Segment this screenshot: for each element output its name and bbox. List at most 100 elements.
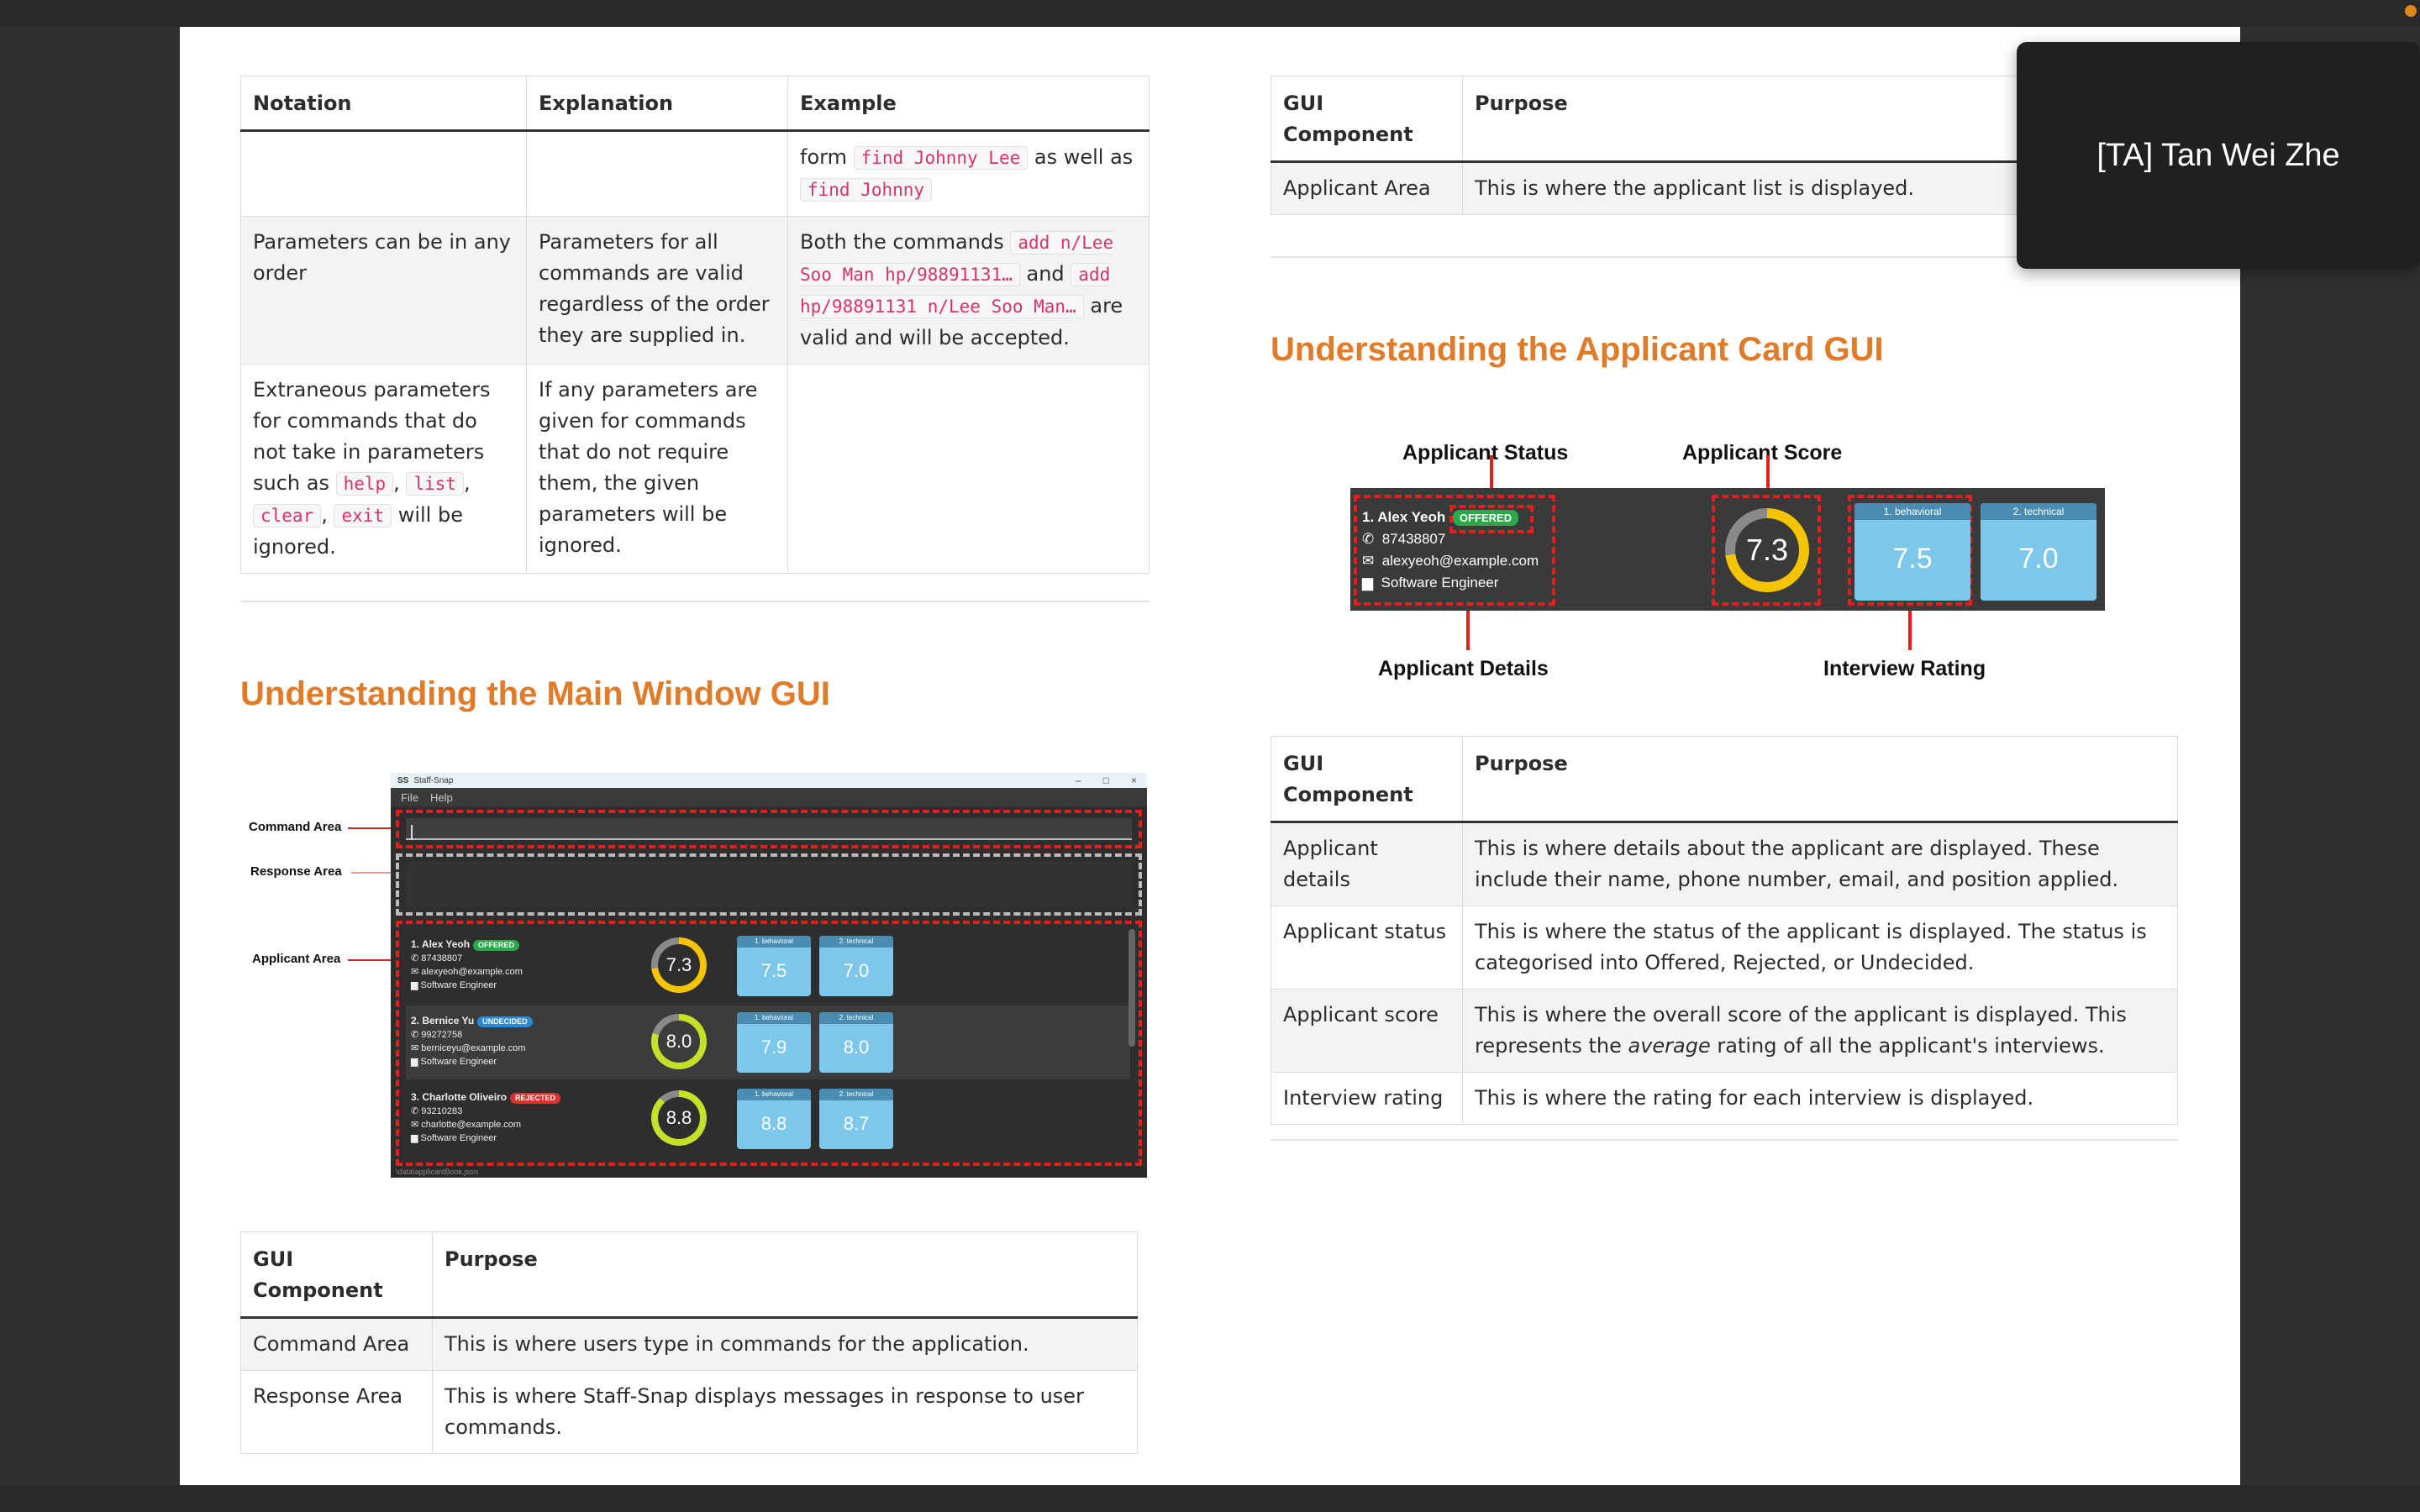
rating-tile-value: 7.0 bbox=[2018, 543, 2059, 575]
window-titlebar: SS Staff-Snap – □ × bbox=[391, 773, 1147, 788]
col-header-component: GUI Component bbox=[240, 1231, 433, 1319]
col-header-explanation: Explanation bbox=[526, 76, 788, 132]
applicant-info: 2. Bernice Yu UNDECIDED ✆ 99272758 ✉ bernic… bbox=[411, 1014, 533, 1068]
applicant-row[interactable]: 1. Alex Yeoh OFFERED ✆ 87438807 ✉ alexyeoh@… bbox=[406, 929, 1130, 1003]
rating-tile: 2. technical 7.0 bbox=[1981, 503, 2096, 601]
applicant-card-table: GUI Component Purpose Applicant details … bbox=[1270, 736, 2178, 1125]
notation-cell: Extraneous parameters for commands that … bbox=[240, 364, 527, 574]
applicant-name: 1. Alex Yeoh bbox=[411, 938, 471, 950]
rating-tile: 2. technical 8.7 bbox=[819, 1089, 893, 1149]
applicant-row[interactable]: 2. Bernice Yu UNDECIDED ✆ 99272758 ✉ bernic… bbox=[406, 1005, 1130, 1079]
text-cursor bbox=[411, 825, 413, 840]
applicant-card: 1. Alex Yeoh OFFERED ✆ 87438807 ✉ alexye… bbox=[1350, 488, 2105, 611]
purpose-cell: This is where users type in commands for… bbox=[432, 1317, 1138, 1371]
rating-tile-label: 2. technical bbox=[1981, 503, 2096, 520]
rating-tile-label: 2. technical bbox=[819, 1089, 893, 1100]
col-header-notation: Notation bbox=[240, 76, 527, 132]
purpose-cell: This is where details about the applican… bbox=[1462, 822, 2178, 906]
score-value: 8.8 bbox=[658, 1097, 700, 1139]
bottom-bar bbox=[0, 1485, 2420, 1512]
applicant-position: Software Engineer bbox=[420, 1133, 497, 1143]
inline-code: clear bbox=[253, 504, 322, 528]
applicant-position: Software Engineer bbox=[1381, 575, 1499, 591]
col-header-component: GUI Component bbox=[1270, 76, 1463, 163]
mail-icon: ✉ bbox=[411, 967, 419, 977]
briefcase-icon: ▆ bbox=[1362, 575, 1374, 591]
applicant-phone: 87438807 bbox=[421, 953, 463, 963]
explanation-cell bbox=[526, 130, 788, 217]
component-cell: Applicant Area bbox=[1270, 161, 1463, 215]
col-header-component: GUI Component bbox=[1270, 736, 1463, 823]
rating-tile-value: 7.5 bbox=[1892, 543, 1933, 575]
notation-cell: Parameters can be in any order bbox=[240, 216, 527, 365]
score-ring: 8.8 bbox=[651, 1090, 707, 1146]
phone-icon: ✆ bbox=[1362, 531, 1375, 547]
phone-icon: ✆ bbox=[411, 1030, 419, 1040]
app-logo-icon: SS bbox=[397, 775, 409, 785]
rating-tile-label: 1. behavioral bbox=[737, 936, 811, 948]
applicant-name: 3. Charlotte Oliveiro bbox=[411, 1091, 508, 1103]
score-value: 8.0 bbox=[658, 1021, 700, 1063]
rating-tile-label: 1. behavioral bbox=[1854, 503, 1970, 520]
document-page: Notation Explanation Example form find J… bbox=[180, 27, 2240, 1485]
mail-icon: ✉ bbox=[411, 1043, 419, 1053]
component-cell: Applicant details bbox=[1270, 822, 1463, 906]
main-window-heading: Understanding the Main Window GUI bbox=[240, 675, 830, 712]
example-cell bbox=[787, 364, 1150, 574]
rating-tile: 1. behavioral 7.9 bbox=[737, 1012, 811, 1073]
applicant-name: 1. Alex Yeoh bbox=[1362, 509, 1446, 525]
applicant-email: alexyeoh@example.com bbox=[1381, 553, 1539, 569]
response-area bbox=[396, 853, 1142, 916]
rating-tile-value: 7.5 bbox=[760, 960, 787, 981]
status-bar: \data\applicantBook.json bbox=[391, 1166, 1147, 1178]
score-ring: 7.3 bbox=[651, 937, 707, 993]
inline-code: list bbox=[406, 472, 465, 496]
applicant-position: Software Engineer bbox=[420, 1057, 497, 1067]
purpose-cell: This is where the rating for each interv… bbox=[1462, 1072, 2178, 1125]
interview-rating-label: Interview Rating bbox=[1823, 657, 1986, 680]
status-badge: OFFERED bbox=[1452, 510, 1519, 526]
rating-tile-label: 2. technical bbox=[819, 1012, 893, 1024]
applicant-area: 1. Alex Yeoh OFFERED ✆ 87438807 ✉ alexyeoh@… bbox=[396, 921, 1142, 1166]
window-menubar: File Help bbox=[391, 788, 1147, 806]
participant-name: [TA] Tan Wei Zhe bbox=[2096, 137, 2340, 173]
mail-icon: ✉ bbox=[411, 1120, 419, 1130]
score-ring: 7.3 bbox=[1725, 508, 1809, 592]
window-title: Staff-Snap bbox=[413, 775, 454, 785]
applicant-email: charlotte@example.com bbox=[421, 1120, 522, 1130]
applicant-name: 2. Bernice Yu bbox=[411, 1015, 475, 1026]
divider bbox=[240, 601, 1150, 602]
applicant-area-pointer bbox=[348, 959, 397, 961]
explanation-cell: Parameters for all commands are valid re… bbox=[526, 216, 788, 365]
rating-tile-label: 2. technical bbox=[819, 936, 893, 948]
close-icon: × bbox=[1130, 774, 1137, 786]
component-cell: Response Area bbox=[240, 1370, 433, 1454]
details-pointer bbox=[1466, 610, 1470, 650]
response-area-label: Response Area bbox=[250, 864, 342, 879]
command-area-label: Command Area bbox=[249, 820, 342, 834]
phone-icon: ✆ bbox=[411, 1106, 419, 1116]
status-badge: UNDECIDED bbox=[477, 1016, 533, 1027]
main-window-screenshot: SS Staff-Snap – □ × File Help 1. Alex Ye… bbox=[391, 773, 1147, 1178]
mail-icon: ✉ bbox=[1362, 553, 1375, 569]
col-header-purpose: Purpose bbox=[1462, 736, 2178, 823]
applicant-email: alexyeoh@example.com bbox=[421, 967, 523, 977]
rating-tile-label: 1. behavioral bbox=[737, 1089, 811, 1100]
status-badge: REJECTED bbox=[510, 1093, 561, 1104]
participant-video-tile[interactable]: [TA] Tan Wei Zhe bbox=[2017, 42, 2420, 269]
main-window-table: GUI Component Purpose Command Area This … bbox=[240, 1231, 1138, 1454]
table-row: form find Johnny Lee as well as find John… bbox=[240, 130, 1150, 217]
col-header-purpose: Purpose bbox=[432, 1231, 1138, 1319]
purpose-cell: This is where the status of the applican… bbox=[1462, 906, 2178, 990]
status-badge: OFFERED bbox=[473, 940, 520, 951]
applicant-row[interactable]: 3. Charlotte Oliveiro REJECTED ✆ 93210283 ✉… bbox=[406, 1082, 1130, 1156]
briefcase-icon: ▆ bbox=[411, 980, 418, 990]
briefcase-icon: ▆ bbox=[411, 1057, 418, 1067]
command-area bbox=[396, 810, 1142, 848]
command-area-pointer bbox=[348, 827, 397, 829]
notation-table: Notation Explanation Example form find J… bbox=[240, 76, 1150, 574]
divider bbox=[1270, 1139, 2178, 1141]
applicant-card-heading: Understanding the Applicant Card GUI bbox=[1270, 331, 1884, 368]
example-cell: Both the commands add n/Lee Soo Man hp/9… bbox=[787, 216, 1150, 365]
applicant-phone: 93210283 bbox=[421, 1106, 463, 1116]
